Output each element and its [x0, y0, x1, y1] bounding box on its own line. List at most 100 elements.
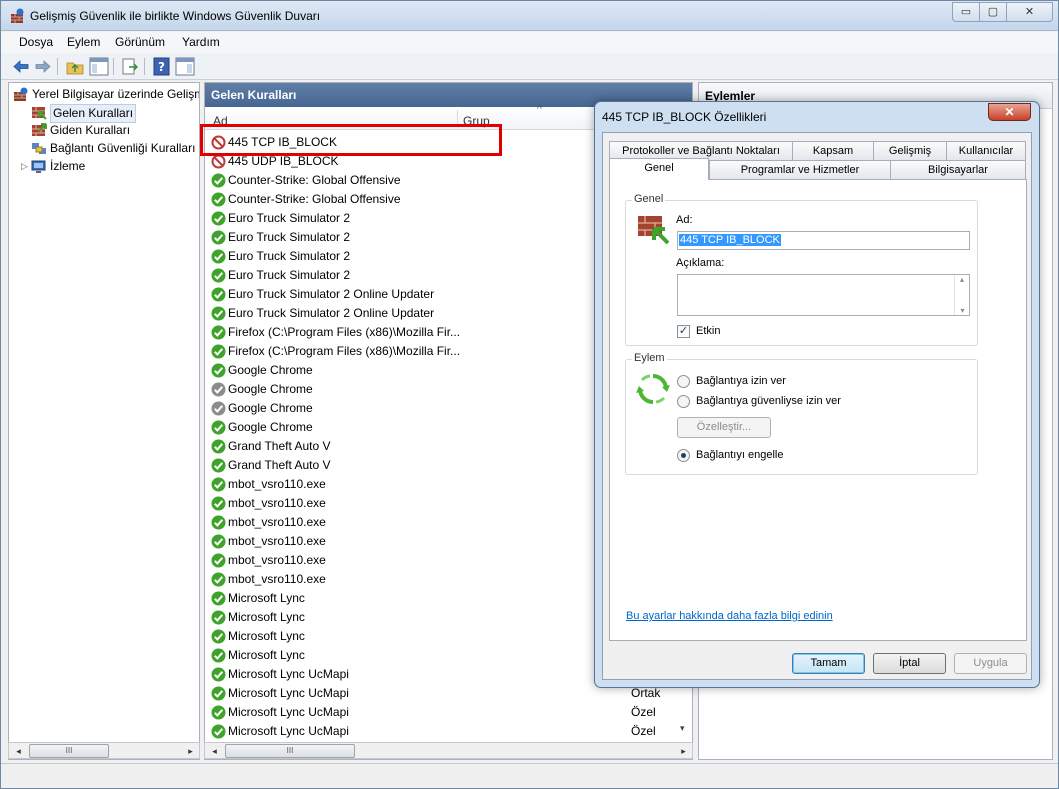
block-icon: [211, 154, 226, 169]
rule-name: Counter-Strike: Global Offensive: [228, 192, 401, 206]
scroll-thumb[interactable]: III: [225, 744, 355, 758]
tab-computers[interactable]: Bilgisayarlar: [890, 160, 1026, 179]
allow-check-icon: [211, 420, 226, 435]
firewall-rule-icon: [638, 216, 670, 245]
allow-check-icon: [211, 572, 226, 587]
monitoring-icon: [31, 160, 46, 173]
rule-name: Grand Theft Auto V: [228, 458, 331, 472]
radio-block[interactable]: [677, 449, 690, 462]
help-icon[interactable]: ?: [152, 57, 172, 76]
rule-name: Microsoft Lync: [228, 648, 305, 662]
ok-button[interactable]: Tamam: [792, 653, 865, 674]
disabled-check-icon: [211, 401, 226, 416]
allow-check-icon: [211, 306, 226, 321]
enabled-checkbox[interactable]: ✓: [677, 325, 690, 338]
general-group-label: Genel: [632, 193, 666, 205]
disabled-check-icon: [211, 382, 226, 397]
allow-check-icon: [211, 496, 226, 511]
radio-allow-label: Bağlantıya izin ver: [696, 375, 786, 387]
allow-check-icon: [211, 591, 226, 606]
tab-advanced[interactable]: Gelişmiş: [873, 141, 947, 160]
rule-group: Özel: [631, 705, 656, 719]
scroll-left-icon[interactable]: ◂: [207, 744, 222, 758]
rule-name: Microsoft Lync UcMapi: [228, 686, 349, 700]
apply-button[interactable]: Uygula: [954, 653, 1027, 674]
name-input[interactable]: 445 TCP IB_BLOCK: [677, 231, 970, 250]
rule-name: Firefox (C:\Program Files (x86)\Mozilla …: [228, 344, 461, 358]
tree-horizontal-scrollbar[interactable]: ◂ III ▸: [8, 742, 200, 759]
highlight-box: [200, 124, 502, 156]
help-link[interactable]: Bu ayarlar hakkında daha fazla bilgi edi…: [626, 610, 833, 622]
rule-name: Euro Truck Simulator 2: [228, 211, 351, 225]
table-row[interactable]: Microsoft Lync UcMapi Özel: [205, 722, 692, 741]
description-scrollbar[interactable]: ▴ ▾: [954, 275, 969, 315]
menu-file[interactable]: Dosya: [19, 35, 53, 49]
allow-check-icon: [211, 230, 226, 245]
radio-allow[interactable]: [677, 375, 690, 388]
enabled-label: Etkin: [696, 325, 721, 337]
allow-check-icon: [211, 249, 226, 264]
outbound-rules-icon: [32, 123, 47, 136]
forward-arrow-icon[interactable]: [33, 57, 53, 76]
back-arrow-icon[interactable]: [11, 57, 31, 76]
dialog-close-button[interactable]: ✕: [988, 103, 1031, 121]
tab-users[interactable]: Kullanıcılar: [946, 141, 1026, 160]
tab-programs-services[interactable]: Programlar ve Hizmetler: [709, 160, 891, 179]
rule-name: Euro Truck Simulator 2: [228, 249, 351, 263]
rule-name: Microsoft Lync: [228, 591, 305, 605]
allow-check-icon: [211, 686, 226, 701]
tree-expander-icon[interactable]: ▷: [21, 158, 28, 175]
allow-check-icon: [211, 724, 226, 739]
menu-action[interactable]: Eylem: [67, 35, 100, 49]
export-list-icon[interactable]: [120, 57, 140, 76]
menu-help[interactable]: Yardım: [182, 35, 220, 49]
maximize-button[interactable]: ▢: [979, 2, 1007, 22]
show-action-pane-icon[interactable]: [175, 57, 195, 76]
general-group: Genel Ad: 445 TCP IB_BLOCK Açıklama: ▴ ▾: [625, 193, 978, 346]
allow-check-icon: [211, 515, 226, 530]
scroll-right-icon[interactable]: ▸: [183, 744, 198, 758]
allow-check-icon: [211, 363, 226, 378]
rule-name: mbot_vsro110.exe: [228, 496, 326, 510]
menu-view[interactable]: Görünüm: [115, 35, 165, 49]
rule-name: Google Chrome: [228, 420, 313, 434]
action-group: Eylem Bağlantıya izin ver Bağlantıya güv…: [625, 352, 978, 475]
show-hide-tree-icon[interactable]: [89, 57, 109, 76]
scroll-down-icon[interactable]: ▾: [680, 723, 692, 743]
close-button[interactable]: ✕: [1006, 2, 1053, 22]
scroll-up-icon[interactable]: ▴: [955, 275, 969, 284]
title-bar[interactable]: Gelişmiş Güvenlik ile birlikte Windows G…: [1, 1, 1058, 31]
allow-check-icon: [211, 439, 226, 454]
rule-name: Microsoft Lync UcMapi: [228, 667, 349, 681]
status-bar: [1, 763, 1058, 788]
tab-general[interactable]: Genel: [609, 158, 709, 180]
scroll-right-icon[interactable]: ▸: [676, 744, 691, 758]
svg-text:?: ?: [158, 60, 165, 74]
rule-name: Google Chrome: [228, 382, 313, 396]
rule-name: mbot_vsro110.exe: [228, 515, 326, 529]
rule-name: 445 UDP IB_BLOCK: [228, 154, 339, 168]
radio-allow-if-secure-label: Bağlantıya güvenliyse izin ver: [696, 395, 841, 407]
name-input-value: 445 TCP IB_BLOCK: [679, 234, 781, 246]
tree-item-label: İzleme: [50, 159, 86, 173]
scroll-left-icon[interactable]: ◂: [11, 744, 26, 758]
rules-horizontal-scrollbar[interactable]: ◂ III ▸: [204, 742, 693, 759]
tab-scope[interactable]: Kapsam: [792, 141, 874, 160]
customize-button[interactable]: Özelleştir...: [677, 417, 771, 438]
minimize-button[interactable]: ▭: [952, 2, 980, 22]
dialog-title: 445 TCP IB_BLOCK Özellikleri: [602, 110, 767, 124]
allow-check-icon: [211, 325, 226, 340]
rule-name: Microsoft Lync UcMapi: [228, 705, 349, 719]
scroll-thumb[interactable]: III: [29, 744, 109, 758]
up-folder-icon[interactable]: [65, 57, 85, 76]
table-row[interactable]: Microsoft Lync UcMapi Özel: [205, 703, 692, 722]
radio-selected-dot: [681, 453, 686, 458]
rule-name: Euro Truck Simulator 2 Online Updater: [228, 287, 435, 301]
scroll-down-icon[interactable]: ▾: [955, 306, 970, 315]
radio-allow-if-secure[interactable]: [677, 395, 690, 408]
firewall-computer-icon: [14, 87, 28, 101]
allow-check-icon: [211, 268, 226, 283]
cancel-button[interactable]: İptal: [873, 653, 946, 674]
description-textarea[interactable]: ▴ ▾: [677, 274, 970, 316]
tree-root-label: Yerel Bilgisayar üzerinde Gelişm: [32, 87, 200, 101]
